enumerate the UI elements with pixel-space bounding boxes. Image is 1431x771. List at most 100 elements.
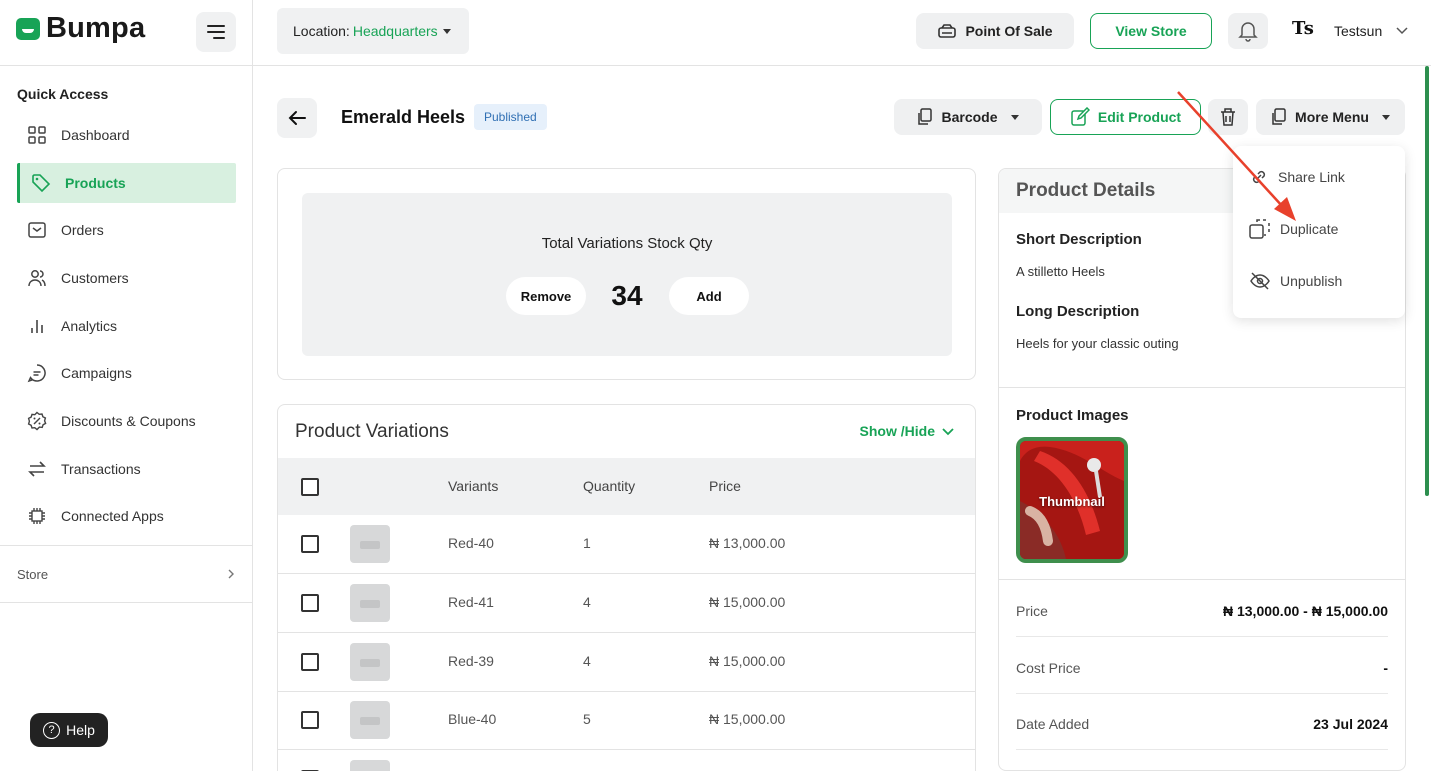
location-label: Location: (293, 23, 350, 39)
variations-title: Product Variations (295, 421, 449, 442)
edit-product-button[interactable]: Edit Product (1050, 99, 1201, 135)
sidebar-item-label: Orders (61, 222, 104, 238)
column-header-variants: Variants (448, 478, 499, 494)
menu-item-label: Share Link (1278, 169, 1345, 185)
caret-down-icon (442, 28, 451, 34)
details-divider (999, 579, 1405, 580)
campaigns-icon (25, 361, 49, 385)
cost-price-label: Cost Price (1016, 660, 1081, 676)
variant-cell: Red-41 (448, 594, 494, 610)
sidebar-item-label: Dashboard (61, 127, 130, 143)
stock-label: Total Variations Stock Qty (541, 235, 713, 252)
barcode-button[interactable]: Barcode (894, 99, 1042, 135)
thumbnail-label: Thumbnail (1039, 494, 1105, 509)
menu-item-label: Unpublish (1280, 273, 1343, 289)
price-label: Price (1016, 603, 1048, 619)
show-hide-toggle[interactable]: Show /Hide (860, 423, 955, 439)
location-selector[interactable]: Location: Headquarters (277, 8, 469, 54)
image-placeholder-icon (350, 760, 390, 771)
quantity-cell: 4 (583, 653, 591, 669)
table-row[interactable]: Red-40 1 ₦ 13,000.00 (278, 515, 975, 574)
table-row[interactable]: Red-41 4 ₦ 15,000.00 (278, 574, 975, 633)
select-all-checkbox[interactable] (301, 478, 319, 496)
sidebar-item-analytics[interactable]: Analytics (17, 306, 236, 346)
variant-cell: Red-39 (448, 653, 494, 669)
notifications-button[interactable] (1228, 13, 1268, 49)
price-cell: ₦ 15,000.00 (709, 653, 786, 669)
more-menu-label: More Menu (1295, 109, 1369, 125)
help-button[interactable]: ? Help (30, 713, 108, 747)
more-menu-dropdown: Share Link Duplicate Unpublish (1233, 146, 1405, 318)
avatar[interactable]: Ts (1292, 18, 1318, 44)
table-row[interactable]: Red-39 4 ₦ 15,000.00 (278, 633, 975, 692)
sidebar-item-campaigns[interactable]: Campaigns (17, 353, 236, 393)
remove-stock-button[interactable]: Remove (506, 277, 586, 315)
row-checkbox[interactable] (301, 535, 319, 553)
transactions-icon (25, 457, 49, 481)
short-description-text: A stilletto Heels (1016, 264, 1105, 279)
sidebar-item-dashboard[interactable]: Dashboard (17, 115, 236, 155)
sidebar-item-customers[interactable]: Customers (17, 258, 236, 298)
quantity-cell: 5 (583, 711, 591, 727)
delete-button[interactable] (1208, 99, 1248, 135)
caret-down-icon (1010, 114, 1019, 120)
show-hide-label: Show /Hide (859, 423, 935, 439)
price-cell: ₦ 15,000.00 (709, 711, 786, 727)
stock-panel: Total Variations Stock Qty Remove 34 Add (302, 193, 952, 356)
hamburger-menu-button[interactable] (196, 12, 236, 52)
menu-item-unpublish[interactable]: Unpublish (1249, 269, 1399, 293)
sidebar-item-discounts[interactable]: Discounts & Coupons (17, 401, 236, 441)
link-icon (1252, 170, 1266, 184)
sidebar-item-transactions[interactable]: Transactions (17, 449, 236, 489)
details-divider (999, 387, 1405, 388)
edit-product-label: Edit Product (1097, 109, 1182, 125)
chevron-right-icon (228, 569, 234, 579)
pos-label: Point Of Sale (965, 23, 1053, 39)
view-store-button[interactable]: View Store (1090, 13, 1212, 49)
date-added-label: Date Added (1016, 716, 1090, 732)
table-row[interactable] (278, 750, 975, 771)
menu-item-share-link[interactable]: Share Link (1249, 165, 1399, 189)
more-menu-button[interactable]: More Menu (1256, 99, 1405, 135)
sidebar-item-label: Discounts & Coupons (61, 413, 196, 429)
menu-item-duplicate[interactable]: Duplicate (1249, 217, 1399, 241)
page-title: Emerald Heels (341, 107, 466, 127)
sidebar-divider (0, 602, 253, 603)
add-stock-button[interactable]: Add (669, 277, 749, 315)
date-added-row: Date Added 23 Jul 2024 (1016, 694, 1388, 750)
price-value: ₦ 13,000.00 - ₦ 15,000.00 (1222, 603, 1388, 619)
product-thumbnail-image[interactable]: Thumbnail (1016, 437, 1128, 563)
top-bar: Bumpa Location: Headquarters Point Of Sa… (0, 0, 1431, 66)
sidebar-item-products[interactable]: Products (17, 163, 236, 203)
edit-icon (1071, 107, 1090, 126)
app-window: Bumpa Location: Headquarters Point Of Sa… (0, 0, 1431, 771)
row-checkbox[interactable] (301, 594, 319, 612)
eye-off-icon (1250, 272, 1270, 290)
variant-cell: Blue-40 (448, 711, 497, 727)
back-button[interactable] (277, 98, 317, 138)
user-name[interactable]: Testsun (1334, 23, 1382, 39)
sidebar-item-store[interactable]: Store (17, 564, 237, 584)
bell-icon (1238, 22, 1258, 42)
chevron-down-icon (942, 428, 954, 436)
price-row: Price ₦ 13,000.00 - ₦ 15,000.00 (1016, 581, 1388, 637)
barcode-label: Barcode (941, 109, 998, 125)
row-checkbox[interactable] (301, 711, 319, 729)
image-placeholder-icon (350, 525, 390, 563)
stock-card: Total Variations Stock Qty Remove 34 Add (277, 168, 976, 380)
orders-icon (25, 218, 49, 242)
scrollbar[interactable] (1425, 66, 1429, 496)
chevron-down-icon[interactable] (1394, 22, 1410, 38)
sidebar-item-connected-apps[interactable]: Connected Apps (17, 496, 236, 536)
sidebar-item-orders[interactable]: Orders (17, 210, 236, 250)
sidebar-item-label: Connected Apps (61, 508, 164, 524)
row-checkbox[interactable] (301, 653, 319, 671)
point-of-sale-button[interactable]: Point Of Sale (916, 13, 1074, 49)
table-row[interactable]: Blue-40 5 ₦ 15,000.00 (278, 691, 975, 750)
sidebar-item-label: Analytics (61, 318, 118, 334)
image-placeholder-icon (350, 701, 390, 739)
customers-icon (25, 266, 49, 290)
price-cell: ₦ 13,000.00 (709, 535, 786, 551)
variant-cell: Red-40 (448, 535, 494, 551)
help-icon: ? (43, 721, 61, 739)
